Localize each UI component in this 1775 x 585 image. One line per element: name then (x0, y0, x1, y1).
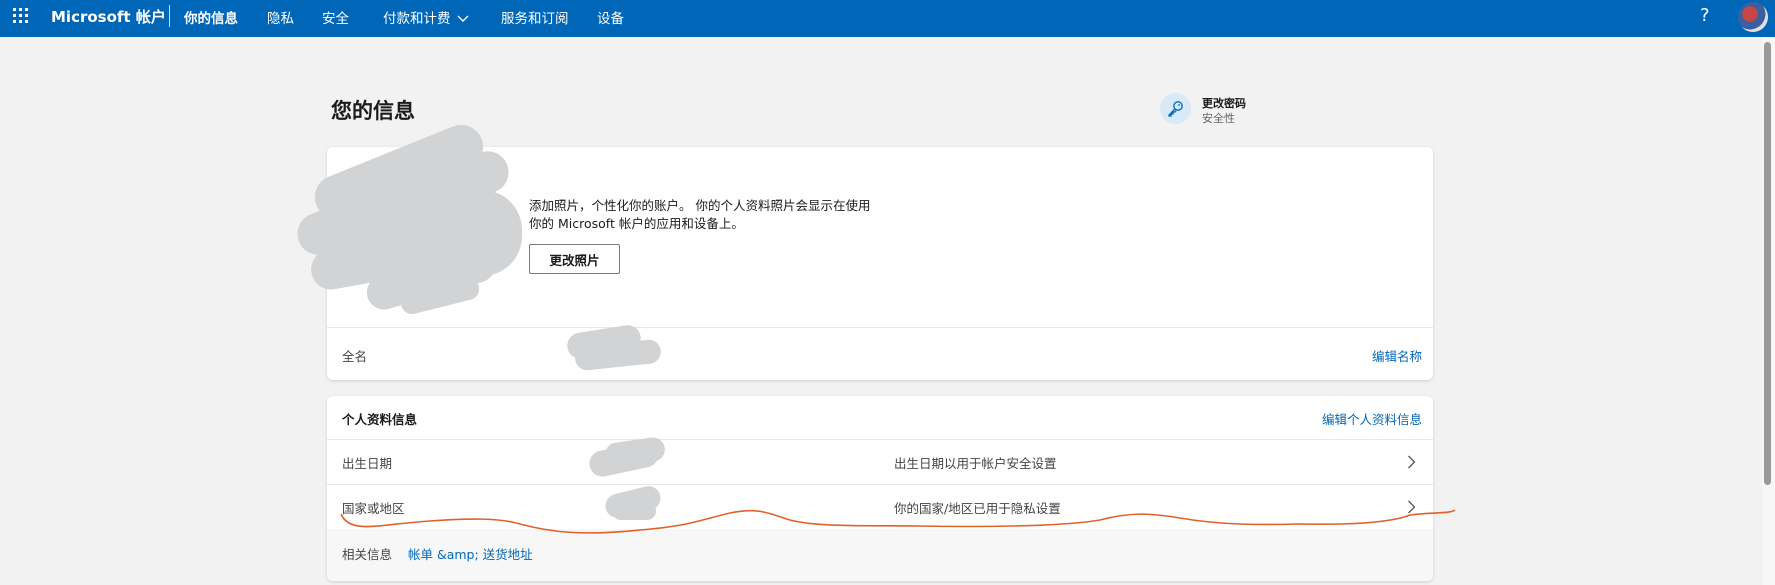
edit-profile-info-link[interactable]: 编辑个人资料信息 (1322, 409, 1422, 428)
chevron-right-icon[interactable] (1407, 500, 1416, 514)
change-photo-button[interactable]: 更改照片 (529, 244, 620, 274)
country-note: 你的国家/地区已用于隐私设置 (894, 501, 1061, 516)
key-icon (1160, 93, 1191, 124)
row-divider (327, 484, 1433, 485)
nav-privacy[interactable]: 隐私 (267, 7, 294, 27)
birthdate-note: 出生日期以用于帐户安全设置 (894, 456, 1057, 471)
change-password-title: 更改密码 (1202, 97, 1246, 110)
scrollbar-thumb[interactable] (1764, 42, 1771, 485)
photo-description: 添加照片，个性化你的账户。 你的个人资料照片会显示在使用你的 Microsoft… (529, 198, 871, 231)
header-divider (169, 5, 170, 27)
profile-info-card: 个人资料信息 编辑个人资料信息 出生日期 出生日期以用于帐户安全设置 国家或地区… (327, 396, 1433, 581)
nav-payment-billing-label: 付款和计费 (383, 11, 451, 27)
birthdate-label: 出生日期 (342, 456, 393, 471)
redacted-birthdate (603, 435, 667, 469)
chevron-right-icon[interactable] (1407, 455, 1416, 469)
redacted-country (612, 502, 656, 520)
change-password-subtitle: 安全性 (1202, 112, 1235, 125)
nav-payment-billing[interactable]: 付款和计费 (383, 7, 469, 27)
billing-shipping-link[interactable]: 帐单 &amp; 送货地址 (408, 544, 533, 563)
nav-security[interactable]: 安全 (322, 7, 349, 27)
related-info-footer: 相关信息 帐单 &amp; 送货地址 (327, 529, 1433, 581)
help-icon[interactable]: ? (1700, 5, 1710, 26)
card-divider (327, 327, 1433, 328)
nav-services-subscriptions[interactable]: 服务和订阅 (501, 7, 569, 27)
app-launcher-icon[interactable] (13, 8, 29, 24)
page-title: 您的信息 (331, 99, 415, 123)
full-name-label: 全名 (342, 349, 368, 364)
profile-info-heading: 个人资料信息 (342, 412, 418, 427)
edit-name-link[interactable]: 编辑名称 (1372, 346, 1422, 365)
related-info-label: 相关信息 (342, 547, 393, 562)
chevron-down-icon (457, 15, 468, 22)
row-divider (327, 439, 1433, 440)
nav-your-info[interactable]: 你的信息 (184, 7, 238, 27)
top-bar: Microsoft 帐户 你的信息 隐私 安全 付款和计费 服务和订阅 设备 ? (0, 0, 1775, 37)
nav-devices[interactable]: 设备 (597, 7, 624, 27)
brand-title[interactable]: Microsoft 帐户 (51, 6, 166, 27)
avatar[interactable] (1738, 2, 1768, 32)
country-label: 国家或地区 (342, 501, 405, 516)
